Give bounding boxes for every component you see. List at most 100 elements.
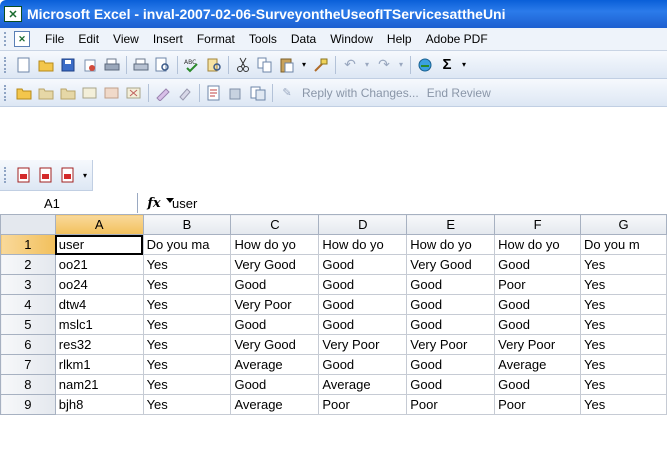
cell[interactable]: Do you ma — [142, 234, 232, 255]
cell[interactable]: Yes — [580, 314, 667, 335]
cell[interactable]: Yes — [580, 354, 667, 375]
cell[interactable]: Good — [230, 374, 320, 395]
cell[interactable]: Yes — [142, 254, 232, 275]
cell[interactable]: Very Poor — [318, 334, 408, 355]
menu-adobe-pdf[interactable]: Adobe PDF — [419, 32, 495, 46]
print-icon[interactable] — [103, 56, 121, 74]
cell[interactable]: Good — [406, 374, 496, 395]
column-header-c[interactable]: C — [230, 214, 320, 235]
cell[interactable]: Good — [318, 274, 408, 295]
cell[interactable]: Good — [318, 314, 408, 335]
cell[interactable]: Yes — [142, 294, 232, 315]
show-comment-icon[interactable] — [81, 84, 99, 102]
cell[interactable]: Yes — [142, 354, 232, 375]
cell[interactable]: How do yo — [406, 234, 496, 255]
cell[interactable]: Good — [494, 294, 582, 315]
cell[interactable]: Yes — [142, 394, 232, 415]
row-header[interactable]: 2 — [0, 254, 56, 275]
open-folder-icon[interactable] — [37, 56, 55, 74]
hyperlink-icon[interactable] — [416, 56, 434, 74]
autosum-icon[interactable]: Σ — [438, 56, 456, 74]
row-header[interactable]: 6 — [0, 334, 56, 355]
menu-data[interactable]: Data — [284, 32, 323, 46]
row-header[interactable]: 7 — [0, 354, 56, 375]
cell[interactable]: mslc1 — [54, 314, 144, 335]
cell[interactable]: Yes — [142, 334, 232, 355]
menu-file[interactable]: File — [38, 32, 71, 46]
cell[interactable]: How do yo — [318, 234, 408, 255]
cell[interactable]: oo21 — [54, 254, 144, 275]
reply-with-changes-icon[interactable]: ✎ — [278, 84, 296, 102]
paste-icon[interactable] — [278, 56, 296, 74]
row-header[interactable]: 3 — [0, 274, 56, 295]
cell[interactable]: Poor — [494, 394, 582, 415]
redo-icon[interactable]: ↷ — [375, 56, 393, 74]
undo-icon[interactable]: ↶ — [341, 56, 359, 74]
menu-insert[interactable]: Insert — [146, 32, 190, 46]
format-painter-icon[interactable] — [312, 56, 330, 74]
name-box[interactable]: A1 — [0, 193, 174, 213]
print-quick-icon[interactable] — [132, 56, 150, 74]
toolbar-grip[interactable] — [4, 167, 9, 183]
cell[interactable]: Good — [230, 314, 320, 335]
cell[interactable]: Average — [494, 354, 582, 375]
convert-and-email-pdf-icon[interactable] — [37, 166, 55, 184]
row-header[interactable]: 1 — [0, 234, 56, 255]
menu-window[interactable]: Window — [323, 32, 380, 46]
excel-app-icon[interactable]: ✕ — [4, 6, 22, 22]
delete-comment-icon[interactable] — [125, 84, 143, 102]
print-preview-icon[interactable] — [154, 56, 172, 74]
cell[interactable]: Good — [318, 254, 408, 275]
window-title-bar[interactable]: ✕ Microsoft Excel - inval-2007-02-06-Sur… — [0, 0, 667, 28]
convert-and-review-pdf-icon[interactable] — [59, 166, 77, 184]
cell[interactable]: Poor — [406, 394, 496, 415]
cell[interactable]: oo24 — [54, 274, 144, 295]
cell[interactable]: Very Poor — [406, 334, 496, 355]
reply-with-changes-button[interactable]: Reply with Changes... — [302, 86, 419, 100]
cell[interactable]: Very Poor — [230, 294, 320, 315]
cell[interactable]: Average — [230, 394, 320, 415]
track-changes-icon[interactable] — [205, 84, 223, 102]
menu-help[interactable]: Help — [380, 32, 419, 46]
cell[interactable]: Yes — [580, 274, 667, 295]
cell[interactable]: Very Poor — [494, 334, 582, 355]
name-box-dropdown-icon[interactable] — [166, 198, 174, 203]
protect-sheet-icon[interactable] — [227, 84, 245, 102]
cell[interactable]: dtw4 — [54, 294, 144, 315]
cell[interactable]: bjh8 — [54, 394, 144, 415]
column-header-d[interactable]: D — [318, 214, 408, 235]
cell[interactable]: Good — [494, 254, 582, 275]
cell[interactable]: Very Good — [230, 334, 320, 355]
previous-comment-icon[interactable] — [37, 84, 55, 102]
cell[interactable]: res32 — [54, 334, 144, 355]
cell[interactable]: Yes — [580, 294, 667, 315]
share-workbook-icon[interactable] — [249, 84, 267, 102]
cell[interactable]: Good — [318, 294, 408, 315]
copy-icon[interactable] — [256, 56, 274, 74]
redo-dropdown-icon[interactable]: ▾ — [397, 56, 405, 74]
cell[interactable]: Do you m — [580, 234, 667, 255]
cell[interactable]: Yes — [580, 394, 667, 415]
cell[interactable]: Good — [406, 294, 496, 315]
menu-format[interactable]: Format — [190, 32, 242, 46]
menu-grip[interactable] — [4, 32, 10, 46]
convert-to-pdf-icon[interactable] — [15, 166, 33, 184]
toolbar-options-icon[interactable]: ▾ — [81, 166, 89, 184]
cell[interactable]: Good — [406, 314, 496, 335]
spelling-icon[interactable]: ABC — [183, 56, 201, 74]
select-all-button[interactable] — [0, 214, 56, 235]
cell[interactable]: nam21 — [54, 374, 144, 395]
cell[interactable]: Average — [230, 354, 320, 375]
cell[interactable]: Good — [494, 314, 582, 335]
row-header[interactable]: 4 — [0, 294, 56, 315]
cell[interactable]: Good — [318, 354, 408, 375]
row-header[interactable]: 8 — [0, 374, 56, 395]
cell[interactable]: Good — [494, 374, 582, 395]
cell[interactable]: rlkm1 — [54, 354, 144, 375]
cell[interactable]: Poor — [494, 274, 582, 295]
paste-dropdown-icon[interactable]: ▾ — [300, 56, 308, 74]
delete-ink-icon[interactable] — [176, 84, 194, 102]
new-icon[interactable] — [15, 56, 33, 74]
cell[interactable]: Very Good — [406, 254, 496, 275]
cell[interactable]: Yes — [580, 334, 667, 355]
